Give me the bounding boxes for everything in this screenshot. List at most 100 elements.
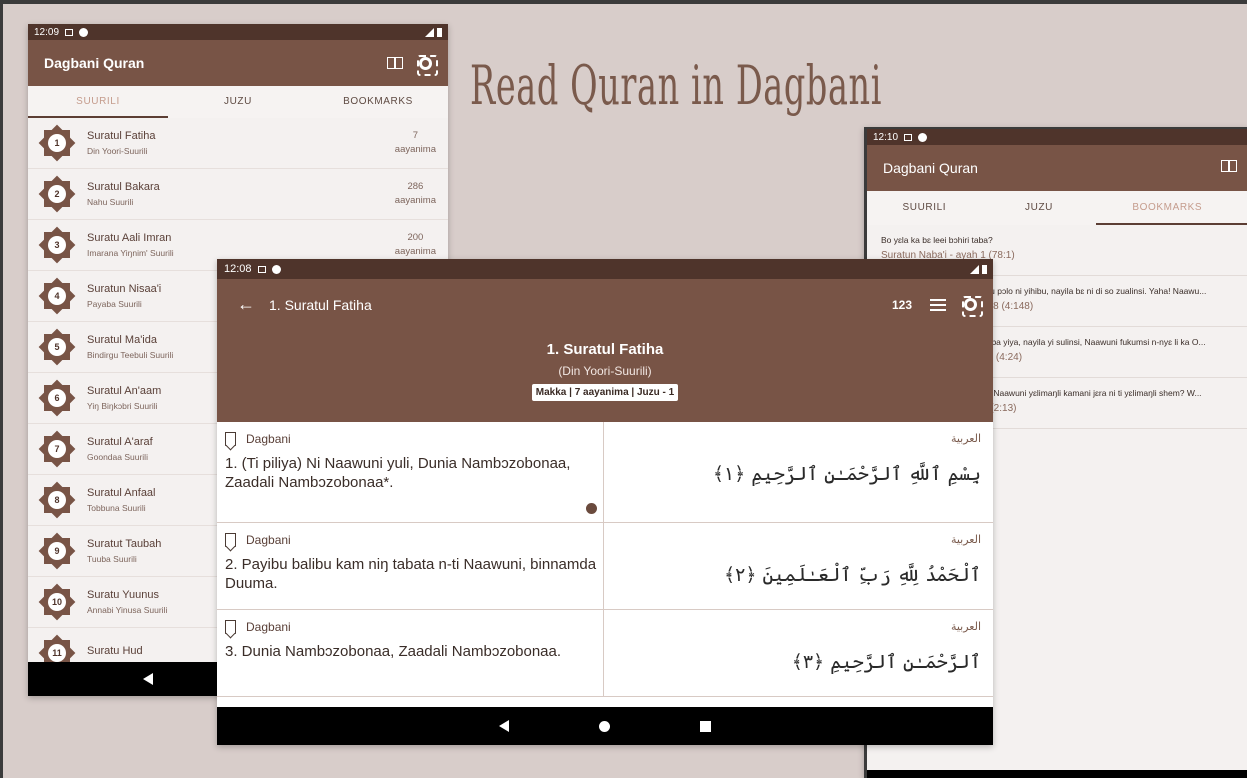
ayah-count-number: 286 — [407, 181, 424, 192]
footnote-icon[interactable] — [586, 503, 597, 514]
ayah-row: Dagbani 1. (Ti piliya) Ni Naawuni yuli, D… — [217, 422, 993, 523]
bookmark-icon[interactable] — [225, 432, 236, 446]
surah-number-badge: 2 — [38, 175, 76, 213]
translation-pane: Dagbani 3. Dunia Nambɔzobonaa, Zaadali Na… — [217, 610, 604, 696]
surah-name: Suratu Hud — [87, 645, 143, 657]
surah-row[interactable]: 2 Suratul Bakara Nahu Suurili 286 aayanima — [28, 169, 448, 220]
surah-number-badge: 6 — [38, 379, 76, 417]
back-nav-icon[interactable] — [143, 673, 153, 685]
surah-number: 9 — [48, 542, 66, 560]
surah-translation: Annabi Yinusa Suurili — [87, 605, 168, 615]
tab-suurili[interactable]: SUURILI — [867, 191, 982, 225]
surah-number: 3 — [48, 236, 66, 254]
ayah-row: Dagbani 2. Payibu balibu kam niŋ tabata n… — [217, 523, 993, 610]
surah-translation: Yiŋ Biŋkɔbri Suurili — [87, 401, 158, 411]
surah-meta-badge: Makka | 7 aayanima | Juzu - 1 — [531, 384, 679, 401]
ayah-number-button[interactable]: 123 — [892, 298, 912, 312]
app-bar: Dagbani Quran — [867, 145, 1247, 191]
tab-bookmarks[interactable]: BOOKMARKS — [308, 86, 448, 118]
ayah-count: 286 aayanima — [395, 180, 448, 208]
surah-number-badge: 8 — [38, 481, 76, 519]
bookmark-text: ya Naawuni yɛlimaŋli kamani jɛra ni ti y… — [982, 388, 1202, 398]
bookmark-icon[interactable] — [225, 533, 236, 547]
translation-language: Dagbani — [246, 432, 291, 446]
ayah-count-unit: aayanima — [394, 144, 436, 155]
translation-language: Dagbani — [246, 620, 291, 634]
tab-juzu[interactable]: JUZU — [168, 86, 308, 118]
surah-translation: Tuuba Suurili — [87, 554, 137, 564]
tab-bookmarks[interactable]: BOOKMARKS — [1096, 191, 1247, 225]
surah-number-badge: 3 — [38, 226, 76, 264]
ayah-translation: 1. (Ti piliya) Ni Naawuni yuli, Dunia Na… — [225, 455, 571, 491]
surah-number: 2 — [48, 185, 66, 203]
battery-icon — [437, 27, 442, 37]
surah-number: 8 — [48, 491, 66, 509]
surah-number-badge: 10 — [38, 583, 76, 621]
surah-name: Suratu Yuunus — [87, 589, 159, 601]
bookmark-text: Bo yɛla ka bɛ leei bɔhiri taba? — [881, 235, 993, 245]
back-arrow-icon[interactable]: ← — [237, 294, 255, 315]
surah-number-badge: 9 — [38, 532, 76, 570]
ayah-count: 7 aayanima — [395, 129, 448, 157]
surah-number-badge: 4 — [38, 277, 76, 315]
surah-name: Suratul Anfaal — [87, 487, 156, 499]
bookmark-reference: 3 (2:13) — [982, 403, 1017, 414]
surah-name: Suratul Fatiha — [87, 130, 156, 142]
reader-tablet: 12:08 ← 1. Suratul Fatiha 123 1. Suratul… — [217, 259, 993, 745]
bookmark-reference: 148 (4:148) — [982, 301, 1034, 312]
app-bar: Dagbani Quran — [28, 40, 448, 86]
surah-translation: Imarana Yiŋnim' Suurili — [87, 248, 174, 258]
tab-bar: SUURILI JUZU BOOKMARKS — [867, 191, 1247, 225]
book-icon[interactable] — [387, 57, 403, 69]
surah-title: 1. Suratul Fatiha — [546, 341, 664, 358]
translation-language: Dagbani — [246, 533, 291, 547]
frame-top-edge — [0, 0, 1247, 4]
arabic-pane: العربية بِسْمِ ٱللَّهِ ٱلرَّحْمَـٰنِ ٱلرَ… — [604, 422, 993, 522]
arabic-label: العربية — [950, 433, 981, 445]
signal-icon — [970, 264, 979, 274]
surah-translation: Payaba Suurili — [87, 299, 142, 309]
surah-row[interactable]: 1 Suratul Fatiha Din Yoori-Suurili 7 aayanim… — [28, 118, 448, 169]
tab-suurili[interactable]: SUURILI — [28, 86, 168, 118]
book-icon[interactable] — [1221, 160, 1237, 172]
arabic-label: العربية — [950, 621, 981, 633]
nav-bar — [867, 770, 1247, 778]
translation-pane: Dagbani 1. (Ti piliya) Ni Naawuni yuli, D… — [217, 422, 604, 522]
surah-number: 1 — [48, 134, 66, 152]
back-nav-icon[interactable] — [499, 720, 509, 732]
signal-icon — [425, 27, 434, 37]
app-bar: ← 1. Suratul Fatiha 123 — [217, 279, 993, 330]
bookmark-text: obba yiya, nayila yi sulinsi, Naawuni fu… — [982, 337, 1206, 347]
notification-icon — [257, 265, 266, 273]
surah-translation: Bindirgu Teebuli Suurili — [87, 350, 174, 360]
bookmark-icon[interactable] — [225, 620, 236, 634]
recents-nav-icon[interactable] — [700, 720, 711, 732]
surah-number-badge: 7 — [38, 430, 76, 468]
surah-name: Suratut Taubah — [87, 538, 162, 550]
surah-number-badge: 1 — [38, 124, 76, 162]
surah-name: Suratul Ma'ida — [87, 334, 157, 346]
surah-number: 7 — [48, 440, 66, 458]
bookmark-reference: 24 (4:24) — [982, 352, 1023, 363]
surah-translation: Tobbuna Suurili — [87, 503, 146, 513]
promo-title: Read Quran in Dagbani — [470, 54, 883, 117]
ayah-count-number: 200 — [407, 232, 424, 243]
ayah-count-number: 7 — [412, 130, 419, 141]
status-bar: 12:08 — [217, 259, 993, 279]
settings-gear-icon[interactable] — [417, 54, 438, 76]
arabic-pane: العربية ٱلرَّحْمَـٰنِ ٱلرَّحِيمِ ﴿٣﴾ — [604, 610, 993, 696]
app-status-icon — [918, 132, 928, 142]
surah-name: Suratul A'araf — [87, 436, 153, 448]
arabic-label: العربية — [950, 534, 981, 546]
status-time: 12:08 — [224, 263, 252, 275]
surah-number: 5 — [48, 338, 66, 356]
menu-icon[interactable] — [930, 298, 946, 311]
surah-translation: Din Yoori-Suurili — [87, 146, 148, 156]
settings-gear-icon[interactable] — [962, 296, 983, 317]
surah-name: Suratul Bakara — [87, 181, 160, 193]
ayah-count: 200 aayanima — [395, 231, 448, 259]
tab-juzu[interactable]: JUZU — [982, 191, 1097, 225]
surah-name: Suratu Aali Imran — [87, 232, 172, 244]
home-nav-icon[interactable] — [599, 720, 610, 732]
surah-number: 6 — [48, 389, 66, 407]
